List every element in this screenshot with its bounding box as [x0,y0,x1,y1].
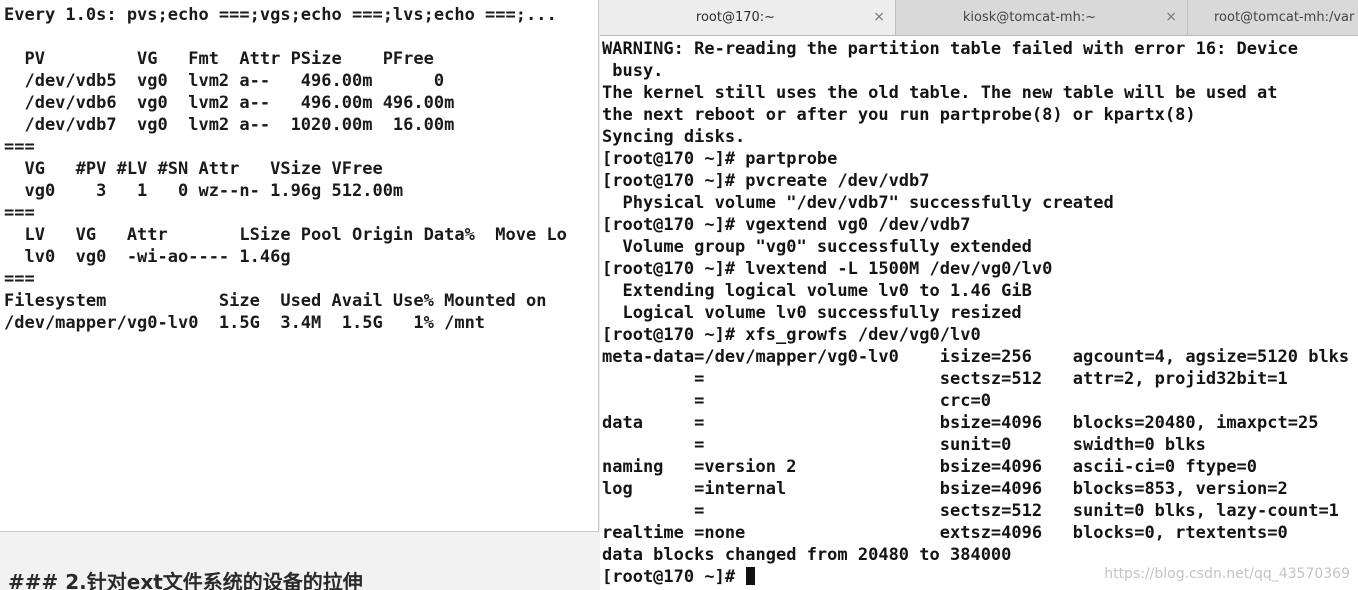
vgs-row: vg0 3 1 0 wz--n- 1.96g 512.00m [4,181,404,201]
command-line: [root@170 ~]# vgextend vg0 /dev/vdb7 [602,215,971,235]
terminal-output[interactable]: WARNING: Re-reading the partition table … [602,38,1349,588]
pvs-header-line: PV VG Fmt Attr PSize PFree [4,49,434,69]
terminal-line: the next reboot or after you run partpro… [602,105,1196,125]
terminal-line: meta-data=/dev/mapper/vg0-lv0 isize=256 … [602,347,1350,367]
terminal-line: Extending logical volume lv0 to 1.46 GiB [602,281,1032,301]
terminal-line: = sectsz=512 attr=2, projid32bit=1 [602,369,1288,389]
tab-label: root@tomcat-mh:/var [1214,10,1355,25]
lvs-header-line: LV VG Attr LSize Pool Origin Data% Move … [4,225,567,245]
text-cursor [746,567,756,585]
terminal-line: Volume group "vg0" successfully extended [602,237,1032,257]
watch-line [4,26,567,48]
terminal-line: WARNING: Re-reading the partition table … [602,39,1298,59]
pvs-row: /dev/vdb5 vg0 lvm2 a-- 496.00m 0 [4,71,445,91]
terminal-line: data blocks changed from 20480 to 384000 [602,545,1012,565]
terminal-line: busy. [602,61,664,81]
terminal-line: data = bsize=4096 blocks=20480, imaxpct=… [602,413,1319,433]
terminal-line: Syncing disks. [602,127,746,147]
shell-prompt: [root@170 ~]# [602,567,746,587]
command-line: [root@170 ~]# pvcreate /dev/vdb7 [602,171,930,191]
tab-root-tomcat[interactable]: root@tomcat-mh:/var [1188,0,1358,35]
close-icon[interactable]: × [873,0,885,35]
tab-kiosk-tomcat[interactable]: kiosk@tomcat-mh:~ × [896,0,1188,35]
terminal-line: realtime =none extsz=4096 blocks=0, rtex… [602,523,1288,543]
terminal-line: = sectsz=512 sunit=0 blks, lazy-count=1 [602,501,1339,521]
separator-line: === [4,269,35,289]
vgs-header-line: VG #PV #LV #SN Attr VSize VFree [4,159,383,179]
terminal-line: Logical volume lv0 successfully resized [602,303,1022,323]
tab-bar: root@170:~ × kiosk@tomcat-mh:~ × root@to… [600,0,1358,36]
command-line: [root@170 ~]# partprobe [602,149,838,169]
df-row: /dev/mapper/vg0-lv0 1.5G 3.4M 1.5G 1% /m… [4,313,486,333]
command-line: [root@170 ~]# lvextend -L 1500M /dev/vg0… [602,259,1053,279]
separator-line: === [4,137,35,157]
watch-header-line: Every 1.0s: pvs;echo ===;vgs;echo ===;lv… [4,5,557,25]
command-line: [root@170 ~]# xfs_growfs /dev/vg0/lv0 [602,325,981,345]
terminal-line: = sunit=0 swidth=0 blks [602,435,1206,455]
terminal-line: = crc=0 [602,391,991,411]
pvs-row: /dev/vdb7 vg0 lvm2 a-- 1020.00m 16.00m [4,115,455,135]
tab-root-170[interactable]: root@170:~ × [600,0,896,35]
tab-label: kiosk@tomcat-mh:~ [962,10,1097,25]
df-header-line: Filesystem Size Used Avail Use% Mounted … [4,291,547,311]
watermark: https://blog.csdn.net/qq_43570369 [1104,566,1350,582]
tab-label: root@170:~ [695,10,776,25]
terminal-line: The kernel still uses the old table. The… [602,83,1278,103]
document-heading: ### 2.针对ext文件系统的设备的拉伸 [8,570,363,590]
watch-output: Every 1.0s: pvs;echo ===;vgs;echo ===;lv… [4,4,567,334]
watch-terminal-pane[interactable]: Every 1.0s: pvs;echo ===;vgs;echo ===;lv… [0,0,599,532]
terminal-line: Physical volume "/dev/vdb7" successfully… [602,193,1114,213]
close-icon[interactable]: × [1165,0,1177,35]
terminal-window[interactable]: root@170:~ × kiosk@tomcat-mh:~ × root@to… [600,0,1358,590]
separator-line: === [4,203,35,223]
pvs-row: /dev/vdb6 vg0 lvm2 a-- 496.00m 496.00m [4,93,455,113]
terminal-line: naming =version 2 bsize=4096 ascii-ci=0 … [602,457,1258,477]
lvs-row: lv0 vg0 -wi-ao---- 1.46g [4,247,291,267]
terminal-line: log =internal bsize=4096 blocks=853, ver… [602,479,1288,499]
background-document: ### 2.针对ext文件系统的设备的拉伸 [0,532,600,590]
